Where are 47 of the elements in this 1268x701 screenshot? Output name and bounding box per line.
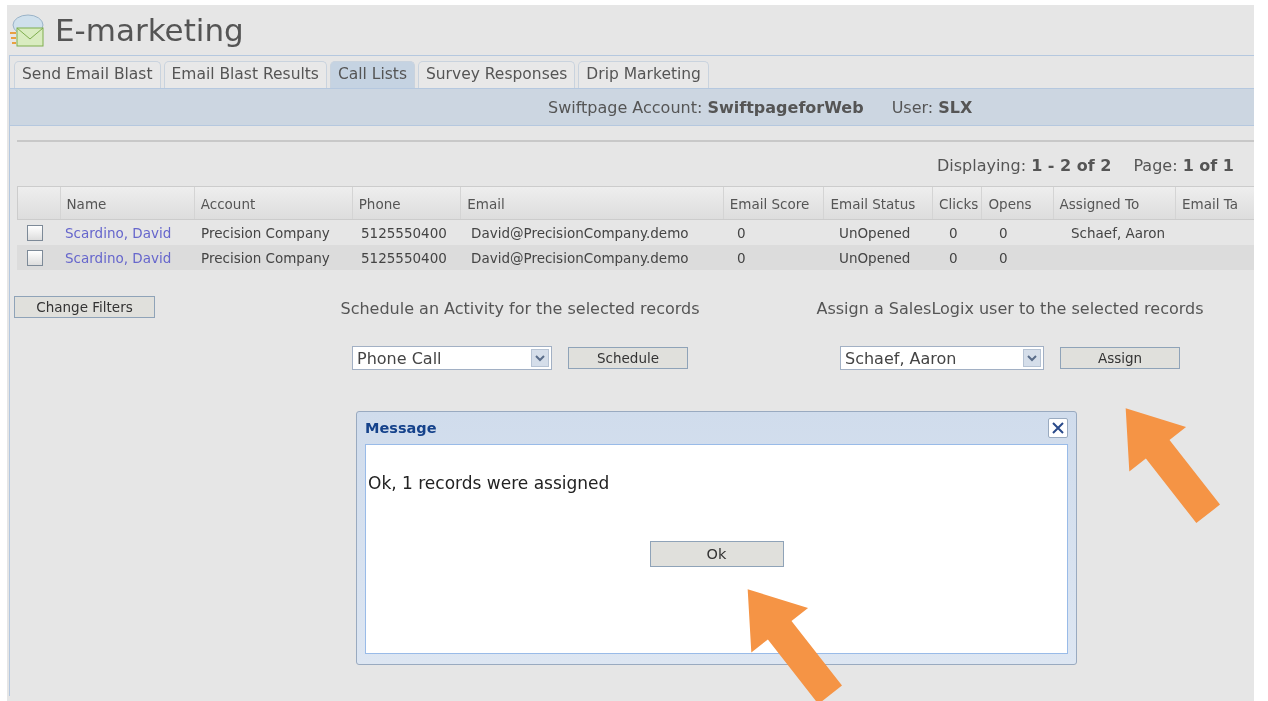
column-header[interactable]: Phone (351, 187, 461, 219)
assign-caption: Assign a SalesLogix user to the selected records (816, 298, 1204, 318)
column-header[interactable]: Opens (981, 187, 1053, 219)
activity-dropdown[interactable]: Phone Call (352, 346, 552, 370)
column-header[interactable]: Email (460, 187, 723, 219)
tab[interactable]: Drip Marketing (578, 61, 709, 88)
table-cell: 0 (999, 249, 1008, 266)
tab[interactable]: Email Blast Results (163, 61, 327, 88)
ok-button[interactable]: Ok (649, 541, 784, 567)
tab[interactable]: Survey Responses (417, 61, 576, 88)
dialog-title: Message (365, 420, 437, 436)
table-cell: UnOpened (839, 224, 911, 241)
column-header[interactable]: Email Status (823, 187, 933, 219)
column-header[interactable]: Email Ta (1175, 187, 1254, 219)
table-cell: UnOpened (839, 249, 911, 266)
column-header[interactable]: Account (193, 187, 352, 219)
table-cell: 0 (949, 249, 958, 266)
table-cell: Precision Company (201, 249, 330, 266)
column-header[interactable]: Assigned To (1052, 187, 1175, 219)
name-link[interactable]: Scardino, David (65, 249, 172, 266)
table-cell: Precision Company (201, 224, 330, 241)
user-info: User: SLX (891, 97, 973, 117)
schedule-button[interactable]: Schedule (568, 347, 688, 369)
table-cell: 5125550400 (361, 224, 447, 241)
change-filters-button[interactable]: Change Filters (14, 296, 155, 318)
column-header[interactable]: Email Score (722, 187, 824, 219)
table-cell: 0 (949, 224, 958, 241)
table-cell: 5125550400 (361, 249, 447, 266)
account-info: Swiftpage Account: SwiftpageforWeb (548, 97, 864, 117)
tab[interactable]: Send Email Blast (14, 61, 161, 88)
column-header[interactable]: Clicks (932, 187, 982, 219)
schedule-caption: Schedule an Activity for the selected records (340, 298, 700, 318)
displaying-count: Displaying: 1 - 2 of 2 (936, 156, 1112, 177)
user-dropdown[interactable]: Schaef, Aaron (840, 346, 1044, 370)
table-cell: Schaef, Aaron (1071, 224, 1166, 241)
page-count: Page: 1 of 1 (1133, 156, 1234, 177)
name-link[interactable]: Scardino, David (65, 224, 172, 241)
table-cell: David@PrecisionCompany.demo (471, 224, 689, 241)
assign-button[interactable]: Assign (1060, 347, 1180, 369)
dialog-message: Ok, 1 records were assigned (367, 473, 611, 493)
table-cell: David@PrecisionCompany.demo (471, 249, 689, 266)
table-cell: 0 (737, 224, 746, 241)
tab[interactable]: Call Lists (329, 61, 415, 88)
page-title: E-marketing (55, 12, 244, 48)
column-header[interactable]: Name (59, 187, 194, 219)
table-cell: 0 (737, 249, 746, 266)
table-cell: 0 (999, 224, 1008, 241)
